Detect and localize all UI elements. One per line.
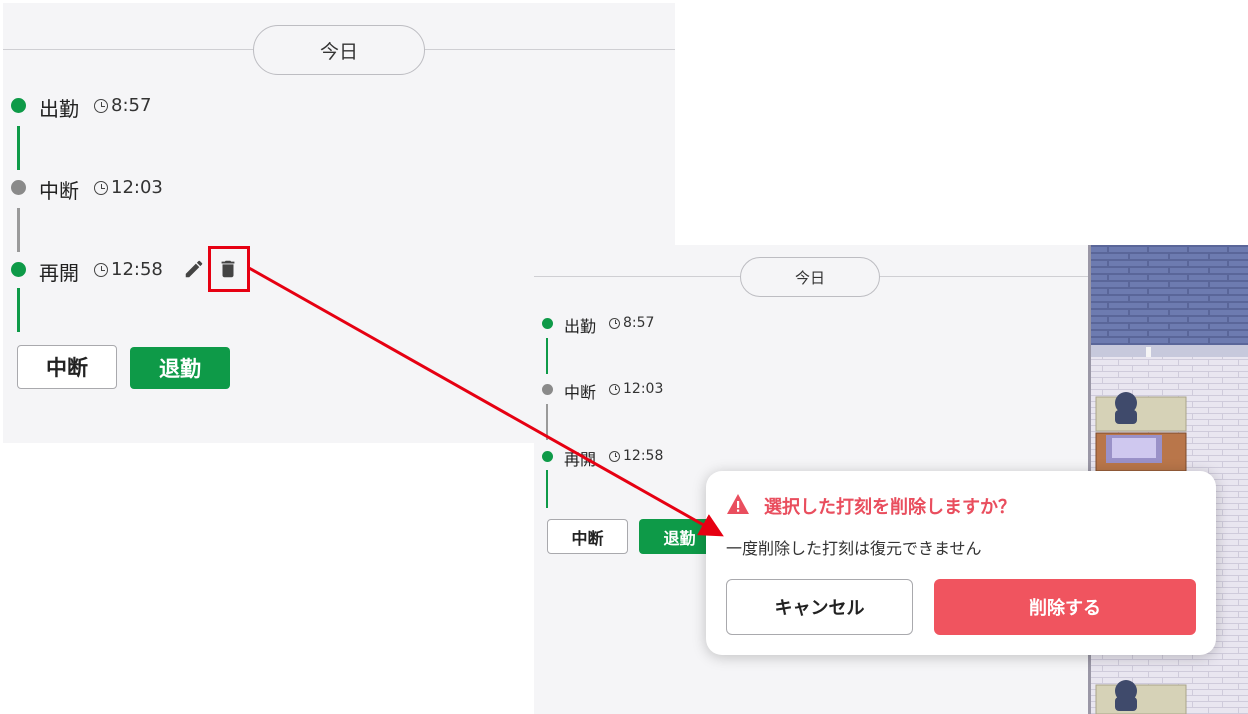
arrow-connector	[248, 266, 724, 537]
